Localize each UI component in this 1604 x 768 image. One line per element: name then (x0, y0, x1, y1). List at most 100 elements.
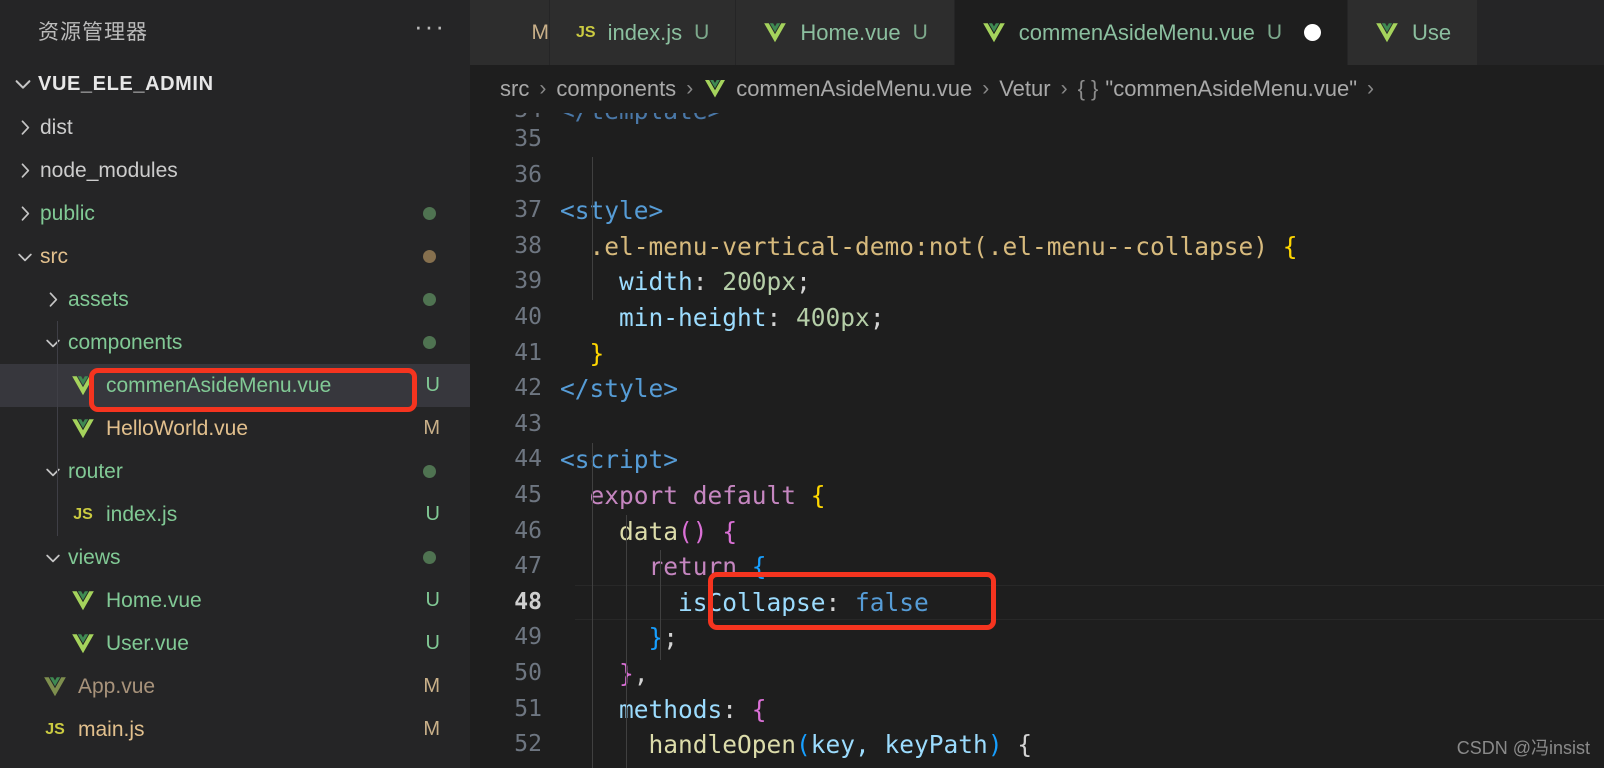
chevron-right-icon[interactable] (10, 118, 40, 138)
chevron-right-icon[interactable] (10, 161, 40, 181)
editor-tab-partial[interactable]: M (470, 0, 550, 65)
breadcrumb-item-vetur[interactable]: Vetur (999, 76, 1050, 102)
tree-item-assets[interactable]: assets (0, 278, 470, 321)
code-line-44[interactable]: 44 <script> (470, 442, 1604, 478)
chevron-down-icon[interactable] (38, 333, 68, 353)
tab-git-status: U (694, 20, 710, 44)
breadcrumb-item-components[interactable]: components (556, 76, 676, 102)
tree-item-main-js[interactable]: JS main.js M (0, 708, 470, 751)
tree-item-home-vue[interactable]: Home.vue U (0, 579, 470, 622)
breadcrumb-item-commenasidemenu-vue[interactable]: commenAsideMenu.vue (703, 76, 972, 102)
git-status-badge: M (423, 675, 440, 697)
code-line-39[interactable]: 39 width: 200px; (470, 264, 1604, 300)
code-line-47[interactable]: 47 return { (470, 549, 1604, 585)
tree-item-app-vue[interactable]: App.vue M (0, 665, 470, 708)
breadcrumb-separator: › (1367, 77, 1375, 100)
line-text: .el-menu-vertical-demo:not(.el-menu--col… (560, 229, 1604, 265)
code-token: ( (796, 730, 811, 760)
tree-item-label: assets (68, 287, 129, 311)
tab-label: index.js (607, 19, 683, 45)
editor-tab-commenasidemenu-vue[interactable]: commenAsideMenu.vue U (954, 0, 1348, 65)
line-number: 35 (514, 126, 542, 152)
code-line-43[interactable]: 43 (470, 407, 1604, 443)
tree-item-src[interactable]: src (0, 235, 470, 278)
code-indent-guide (660, 550, 661, 660)
code-editor[interactable]: 34 </template> 353637<style>38 .el-menu-… (470, 113, 1604, 768)
tree-item-router[interactable]: router (0, 450, 470, 493)
line-text: }; (560, 620, 1604, 656)
more-actions-icon[interactable]: ··· (414, 13, 446, 41)
line-text: <style> (560, 193, 1604, 229)
breadcrumb-label: "commenAsideMenu.vue" (1105, 76, 1358, 101)
code-line-46[interactable]: 46 data() { (470, 514, 1604, 550)
chevron-right-icon[interactable] (38, 290, 68, 310)
breadcrumb-separator: › (1060, 77, 1068, 100)
tree-item-label: components (68, 330, 183, 354)
code-token: } (648, 623, 664, 653)
chevron-down-icon[interactable] (38, 548, 68, 568)
code-token: </style> (560, 374, 679, 404)
breadcrumb-item-src[interactable]: src (500, 76, 529, 102)
line-text: <script> (560, 442, 1604, 478)
code-token: .el-menu-vertical-demo:not(.el-menu--col… (589, 231, 1269, 261)
code-line-51[interactable]: 51 methods: { (470, 692, 1604, 728)
line-text: isCollapse: false (560, 585, 1604, 621)
vue-file-icon (703, 77, 727, 101)
editor-tab-use[interactable]: Use (1347, 0, 1479, 65)
tab-git-status: M (531, 20, 550, 44)
tree-item-node-modules[interactable]: node_modules (0, 149, 470, 192)
tree-item-views[interactable]: views (0, 536, 470, 579)
vue-file-icon (66, 588, 100, 614)
code-line-38[interactable]: 38 .el-menu-vertical-demo:not(.el-menu--… (470, 229, 1604, 265)
tree-item-label: Home.vue (106, 588, 202, 612)
tree-item-components[interactable]: components (0, 321, 470, 364)
code-line-42[interactable]: 42 </style> (470, 371, 1604, 407)
code-line-49[interactable]: 49 }; (470, 620, 1604, 656)
code-token: { (751, 552, 767, 582)
code-line-35[interactable]: 35 (470, 122, 1604, 158)
vue-file-icon (66, 373, 100, 399)
code-line-41[interactable]: 41 } (470, 336, 1604, 372)
code-token: isCollapse (678, 587, 826, 617)
breadcrumb-item-commenasidemenu-vue[interactable]: { } "commenAsideMenu.vue" (1078, 76, 1357, 102)
code-line-45[interactable]: 45 export default { (470, 478, 1604, 514)
code-indent-guide (592, 157, 593, 300)
tree-item-dist[interactable]: dist (0, 106, 470, 149)
editor-tab-index-js[interactable]: JS index.js U (550, 0, 737, 65)
tab-dirty-indicator[interactable] (1303, 24, 1321, 41)
code-token: <script> (560, 445, 679, 475)
tree-item-helloworld-vue[interactable]: HelloWorld.vue M (0, 407, 470, 450)
editor-tab-home-vue[interactable]: Home.vue U (736, 0, 955, 65)
code-token: handleOpen (648, 730, 797, 760)
tree-item-index-js[interactable]: JS index.js U (0, 493, 470, 536)
explorer-sidebar: 资源管理器 ··· VUE_ELE_ADMIN dist node_modules… (0, 0, 470, 768)
chevron-right-icon[interactable] (10, 204, 40, 224)
vscode-window: 资源管理器 ··· VUE_ELE_ADMIN dist node_modules… (0, 0, 1604, 768)
tree-item-label: index.js (106, 502, 178, 526)
code-line-50[interactable]: 50 }, (470, 656, 1604, 692)
tree-item-public[interactable]: public (0, 192, 470, 235)
chevron-down-icon[interactable] (10, 247, 40, 267)
tree-item-user-vue[interactable]: User.vue U (0, 622, 470, 665)
code-lines: 35 36 37 <style> 38 .el-menu-vertical-demo:n… (470, 113, 1604, 763)
tree-item-label: main.js (78, 717, 145, 741)
js-file-icon: JS (38, 721, 72, 739)
code-line-52[interactable]: 52 handleOpen(key, keyPath) { (470, 727, 1604, 763)
folder-status-dot (423, 250, 436, 263)
code-line-48[interactable]: 48 isCollapse: false (470, 584, 1604, 621)
tab-git-status: U (1266, 20, 1282, 44)
chevron-down-icon[interactable] (38, 462, 68, 482)
code-token: () (678, 516, 708, 546)
code-line-40[interactable]: 40 min-height: 400px; (470, 300, 1604, 336)
explorer-root-folder[interactable]: VUE_ELE_ADMIN (0, 62, 470, 106)
code-line-36[interactable]: 36 (470, 158, 1604, 194)
js-icon: JS (73, 505, 93, 523)
tree-item-commenasidemenu-vue[interactable]: commenAsideMenu.vue U (0, 364, 470, 407)
tree-item-label: router (68, 459, 123, 483)
code-line-37[interactable]: 37 <style> (470, 193, 1604, 229)
